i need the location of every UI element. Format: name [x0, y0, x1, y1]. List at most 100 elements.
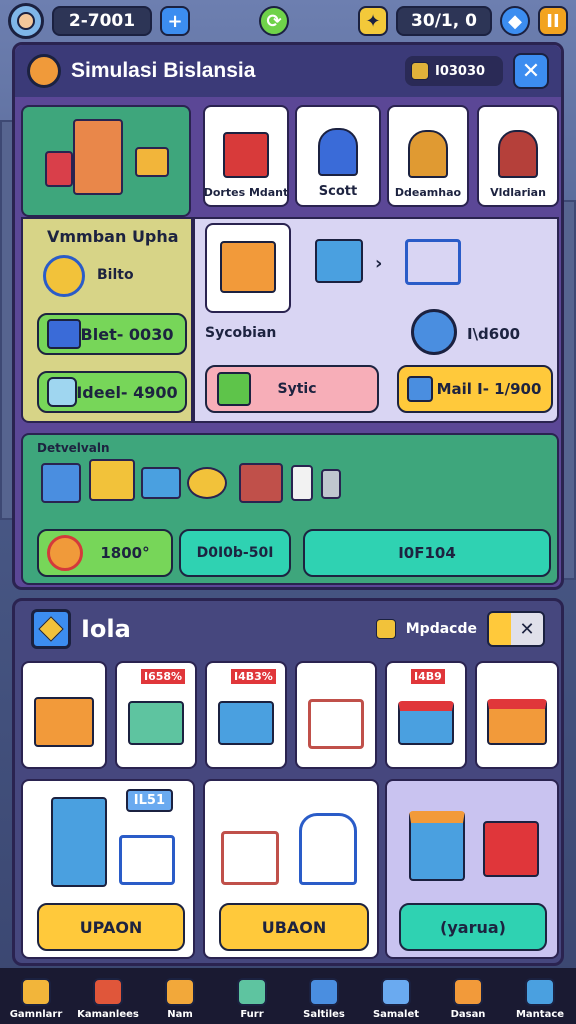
- inventory-panel: Detvelvaln 1800° D0I0b-50I I0F104: [21, 433, 559, 585]
- glass-icon: [321, 469, 341, 499]
- building-icon: [73, 119, 123, 195]
- nav-item-samalet[interactable]: Samalet: [360, 968, 432, 1024]
- storefront-icon: [223, 132, 269, 178]
- close-button[interactable]: ✕: [513, 53, 549, 89]
- refresh-icon[interactable]: ⟳: [259, 6, 289, 36]
- arrow-right-icon: ›: [375, 253, 383, 274]
- box-icon: [45, 151, 73, 187]
- shop-logo-icon: [27, 54, 61, 88]
- upgrade-toggle[interactable]: ✕: [487, 611, 545, 647]
- shop-icon: [165, 978, 195, 1006]
- item-label: Bilto: [97, 267, 134, 283]
- market-logo-icon[interactable]: [31, 609, 71, 649]
- bin-icon: [41, 463, 81, 503]
- market-item-card[interactable]: [295, 661, 377, 769]
- buy-button-1-label: Blet- 0030: [80, 324, 174, 344]
- market-close-button[interactable]: ✕: [511, 613, 543, 645]
- nav-label: Saltiles: [303, 1009, 345, 1020]
- market-title: Iola: [81, 615, 131, 643]
- discount-badge: I4B3%: [231, 669, 276, 684]
- box-icon: [525, 978, 555, 1006]
- page-title: Simulasi Bislansia: [71, 59, 256, 82]
- stats-counter: 30/1, 0: [396, 6, 492, 36]
- market-item-card[interactable]: [21, 661, 107, 769]
- coins-icon: [187, 467, 227, 499]
- trophy-icon: [21, 978, 51, 1006]
- middle-value-button[interactable]: D0I0b-50I: [179, 529, 291, 577]
- market-item-card[interactable]: [475, 661, 559, 769]
- upgrade-coin-icon: [375, 619, 396, 639]
- player-avatar[interactable]: [8, 3, 44, 39]
- coin-value-button[interactable]: 1800°: [37, 529, 173, 577]
- produce-crate-icon: [220, 241, 276, 293]
- pause-button[interactable]: II: [538, 6, 568, 36]
- diamond-icon[interactable]: ◆: [500, 6, 530, 36]
- character-label: Scott: [318, 184, 358, 199]
- market-header: Iola Mpdacde ✕: [15, 601, 561, 657]
- character-card[interactable]: Dortes Mdant: [203, 105, 289, 207]
- basket-icon: [315, 239, 363, 283]
- nav-item-dasan[interactable]: Dasan: [432, 968, 504, 1024]
- nav-item-saltiles[interactable]: Saltiles: [288, 968, 360, 1024]
- nav-item-nam[interactable]: Nam: [144, 968, 216, 1024]
- main-purchase-button[interactable]: Mail I- 1/900: [397, 365, 553, 413]
- manager-icon: [408, 130, 448, 178]
- gift-button[interactable]: Sytic: [205, 365, 379, 413]
- grocery-cart-icon: [308, 699, 364, 749]
- avatar-face-icon: [17, 12, 35, 30]
- nav-label: Furr: [240, 1009, 264, 1020]
- currency-counter: 2-7001: [52, 6, 152, 36]
- right-value-button[interactable]: I0F104: [303, 529, 551, 577]
- character-card[interactable]: Scott: [295, 105, 381, 207]
- market-item-card[interactable]: I4B3%: [205, 661, 287, 769]
- buy-button-1[interactable]: Blet- 0030: [37, 313, 187, 355]
- register-icon: [141, 467, 181, 499]
- shop-stall-icon: [398, 701, 454, 745]
- bottom-nav: Gamnlarr Kamanlees Nam Furr Saltiles Sam…: [0, 968, 576, 1024]
- big-card-button-2[interactable]: UBAON: [219, 903, 369, 951]
- cart-icon: [237, 978, 267, 1006]
- add-currency-button[interactable]: +: [160, 6, 190, 36]
- nav-label: Gamnlarr: [9, 1009, 63, 1020]
- store-icon: [453, 978, 483, 1006]
- market-item-card[interactable]: I658%: [115, 661, 197, 769]
- nav-item-kamanlees[interactable]: Kamanlees: [72, 968, 144, 1024]
- big-card-button-1[interactable]: UPAON: [37, 903, 185, 951]
- shopping-cart-icon: [221, 831, 279, 885]
- nav-item-furr[interactable]: Furr: [216, 968, 288, 1024]
- coin-bag-icon: [411, 62, 429, 80]
- character-label: Vldlarian: [490, 186, 546, 199]
- nav-item-gamnlarr[interactable]: Gamnlarr: [0, 968, 72, 1024]
- shopping-cart-icon: [405, 239, 461, 285]
- discount-badge: I4B9: [411, 669, 445, 684]
- market-panel: Iola Mpdacde ✕ I658% I4B3% I4B9 IL51 UPA…: [12, 598, 564, 966]
- market-item-card[interactable]: I4B9: [385, 661, 467, 769]
- character-card[interactable]: Vldlarian: [477, 105, 559, 207]
- coin-stack-icon: [43, 255, 85, 297]
- gift-basket-icon: [483, 821, 539, 877]
- big-card-button-3[interactable]: (yarua): [399, 903, 547, 951]
- sparkle-icon[interactable]: ✦: [358, 6, 388, 36]
- market-big-card[interactable]: (yarua): [385, 779, 559, 959]
- product-label: Sycobian: [205, 325, 277, 341]
- market-big-card[interactable]: UBAON: [203, 779, 379, 959]
- panel-header: Simulasi Bislansia I03030 ✕: [15, 45, 561, 97]
- top-bar: 2-7001 + ⟳ ✦ 30/1, 0 ◆ II: [0, 0, 576, 42]
- market-big-card[interactable]: IL51 UPAON: [21, 779, 195, 959]
- cup-icon: [291, 465, 313, 501]
- ticket-icon: [407, 376, 433, 402]
- upgrade-label: Mpdacde: [405, 621, 477, 637]
- product-card[interactable]: [205, 223, 291, 313]
- simulation-panel: Simulasi Bislansia I03030 ✕ Dortes Mdant…: [12, 42, 564, 590]
- shop-panel: › Sycobian I\d600 Sytic Mail I- 1/900: [193, 217, 559, 423]
- nav-label: Samalet: [372, 1009, 420, 1020]
- buy-button-2[interactable]: Ideel- 4900: [37, 371, 187, 413]
- gift-icon: [217, 372, 251, 406]
- building-panel: [21, 105, 191, 217]
- character-label: Dortes Mdant: [203, 186, 289, 199]
- nav-label: Dasan: [450, 1009, 486, 1020]
- nav-item-mantace[interactable]: Mantace: [504, 968, 576, 1024]
- bottle-icon: [47, 377, 77, 407]
- character-card[interactable]: Ddeamhao: [387, 105, 469, 207]
- coin-value-label: 1800°: [100, 544, 150, 562]
